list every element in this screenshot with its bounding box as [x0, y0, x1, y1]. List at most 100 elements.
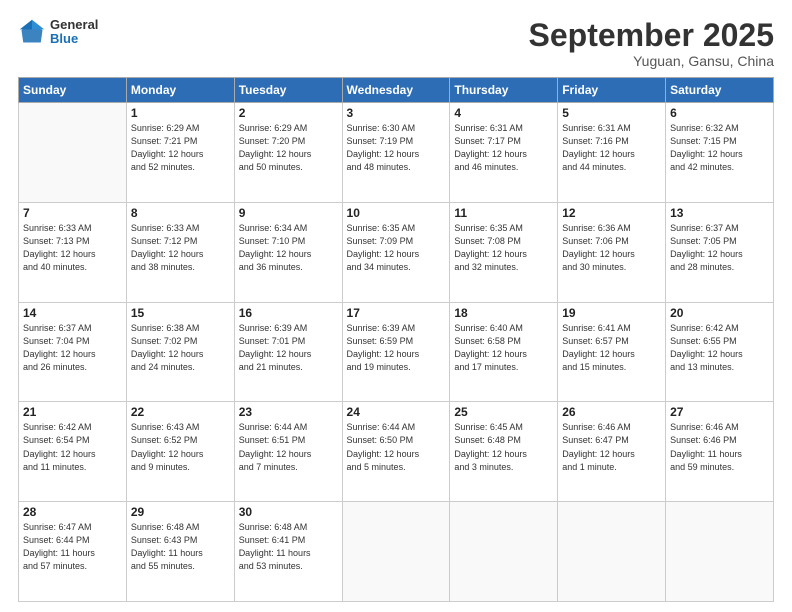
calendar-cell: 9 Sunrise: 6:34 AM Sunset: 7:10 PM Daylig…: [234, 202, 342, 302]
day-info: Sunrise: 6:33 AM Sunset: 7:12 PM Dayligh…: [131, 222, 230, 274]
day-number: 7: [23, 206, 122, 220]
day-number: 2: [239, 106, 338, 120]
calendar-cell: 28 Sunrise: 6:47 AM Sunset: 6:44 PM Dayli…: [19, 502, 127, 602]
day-number: 1: [131, 106, 230, 120]
day-info: Sunrise: 6:35 AM Sunset: 7:09 PM Dayligh…: [347, 222, 446, 274]
day-number: 28: [23, 505, 122, 519]
calendar-cell: 8 Sunrise: 6:33 AM Sunset: 7:12 PM Daylig…: [126, 202, 234, 302]
day-info: Sunrise: 6:40 AM Sunset: 6:58 PM Dayligh…: [454, 322, 553, 374]
day-info: Sunrise: 6:32 AM Sunset: 7:15 PM Dayligh…: [670, 122, 769, 174]
header-saturday: Saturday: [666, 78, 774, 103]
day-number: 24: [347, 405, 446, 419]
calendar-cell: 18 Sunrise: 6:40 AM Sunset: 6:58 PM Dayli…: [450, 302, 558, 402]
day-info: Sunrise: 6:42 AM Sunset: 6:55 PM Dayligh…: [670, 322, 769, 374]
day-number: 29: [131, 505, 230, 519]
logo: General Blue: [18, 18, 98, 47]
day-info: Sunrise: 6:38 AM Sunset: 7:02 PM Dayligh…: [131, 322, 230, 374]
day-info: Sunrise: 6:43 AM Sunset: 6:52 PM Dayligh…: [131, 421, 230, 473]
calendar-cell: 3 Sunrise: 6:30 AM Sunset: 7:19 PM Daylig…: [342, 103, 450, 203]
day-info: Sunrise: 6:36 AM Sunset: 7:06 PM Dayligh…: [562, 222, 661, 274]
day-number: 9: [239, 206, 338, 220]
days-header-row: Sunday Monday Tuesday Wednesday Thursday…: [19, 78, 774, 103]
calendar-cell: 19Sunrise: 6:41 AM Sunset: 6:57 PM Dayli…: [558, 302, 666, 402]
calendar-table: Sunday Monday Tuesday Wednesday Thursday…: [18, 77, 774, 602]
day-info: Sunrise: 6:37 AM Sunset: 7:04 PM Dayligh…: [23, 322, 122, 374]
day-info: Sunrise: 6:29 AM Sunset: 7:20 PM Dayligh…: [239, 122, 338, 174]
day-number: 26: [562, 405, 661, 419]
logo-text: General Blue: [50, 18, 98, 47]
day-info: Sunrise: 6:31 AM Sunset: 7:17 PM Dayligh…: [454, 122, 553, 174]
day-number: 6: [670, 106, 769, 120]
day-number: 12: [562, 206, 661, 220]
calendar-cell: [558, 502, 666, 602]
day-number: 25: [454, 405, 553, 419]
calendar-cell: 14 Sunrise: 6:37 AM Sunset: 7:04 PM Dayli…: [19, 302, 127, 402]
day-number: 13: [670, 206, 769, 220]
day-info: Sunrise: 6:46 AM Sunset: 6:46 PM Dayligh…: [670, 421, 769, 473]
logo-icon: [18, 18, 46, 46]
day-number: 22: [131, 405, 230, 419]
month-title: September 2025: [529, 18, 774, 53]
calendar-cell: 27Sunrise: 6:46 AM Sunset: 6:46 PM Dayli…: [666, 402, 774, 502]
day-number: 15: [131, 306, 230, 320]
day-number: 21: [23, 405, 122, 419]
day-info: Sunrise: 6:48 AM Sunset: 6:43 PM Dayligh…: [131, 521, 230, 573]
day-info: Sunrise: 6:48 AM Sunset: 6:41 PM Dayligh…: [239, 521, 338, 573]
day-info: Sunrise: 6:29 AM Sunset: 7:21 PM Dayligh…: [131, 122, 230, 174]
day-number: 11: [454, 206, 553, 220]
title-block: September 2025 Yuguan, Gansu, China: [529, 18, 774, 69]
header-wednesday: Wednesday: [342, 78, 450, 103]
calendar-cell: 30 Sunrise: 6:48 AM Sunset: 6:41 PM Dayli…: [234, 502, 342, 602]
day-number: 14: [23, 306, 122, 320]
day-info: Sunrise: 6:42 AM Sunset: 6:54 PM Dayligh…: [23, 421, 122, 473]
calendar-cell: [450, 502, 558, 602]
calendar-cell: 12 Sunrise: 6:36 AM Sunset: 7:06 PM Dayli…: [558, 202, 666, 302]
calendar-cell: [19, 103, 127, 203]
day-info: Sunrise: 6:44 AM Sunset: 6:50 PM Dayligh…: [347, 421, 446, 473]
day-info: Sunrise: 6:37 AM Sunset: 7:05 PM Dayligh…: [670, 222, 769, 274]
calendar-cell: 21 Sunrise: 6:42 AM Sunset: 6:54 PM Dayli…: [19, 402, 127, 502]
calendar-cell: 5Sunrise: 6:31 AM Sunset: 7:16 PM Daylig…: [558, 103, 666, 203]
page: General Blue September 2025 Yuguan, Gans…: [0, 0, 792, 612]
calendar-cell: [342, 502, 450, 602]
day-number: 18: [454, 306, 553, 320]
calendar-cell: 7 Sunrise: 6:33 AM Sunset: 7:13 PM Daylig…: [19, 202, 127, 302]
day-number: 23: [239, 405, 338, 419]
calendar-cell: 4 Sunrise: 6:31 AM Sunset: 7:17 PM Daylig…: [450, 103, 558, 203]
day-number: 8: [131, 206, 230, 220]
day-info: Sunrise: 6:44 AM Sunset: 6:51 PM Dayligh…: [239, 421, 338, 473]
day-info: Sunrise: 6:34 AM Sunset: 7:10 PM Dayligh…: [239, 222, 338, 274]
day-info: Sunrise: 6:30 AM Sunset: 7:19 PM Dayligh…: [347, 122, 446, 174]
calendar-cell: 15 Sunrise: 6:38 AM Sunset: 7:02 PM Dayli…: [126, 302, 234, 402]
day-info: Sunrise: 6:35 AM Sunset: 7:08 PM Dayligh…: [454, 222, 553, 274]
day-info: Sunrise: 6:47 AM Sunset: 6:44 PM Dayligh…: [23, 521, 122, 573]
day-number: 17: [347, 306, 446, 320]
calendar-cell: 1 Sunrise: 6:29 AM Sunset: 7:21 PM Daylig…: [126, 103, 234, 203]
calendar-cell: 10Sunrise: 6:35 AM Sunset: 7:09 PM Dayli…: [342, 202, 450, 302]
header-thursday: Thursday: [450, 78, 558, 103]
calendar-cell: 11 Sunrise: 6:35 AM Sunset: 7:08 PM Dayli…: [450, 202, 558, 302]
day-info: Sunrise: 6:46 AM Sunset: 6:47 PM Dayligh…: [562, 421, 661, 473]
day-number: 3: [347, 106, 446, 120]
week-row-4: 21 Sunrise: 6:42 AM Sunset: 6:54 PM Dayli…: [19, 402, 774, 502]
calendar-cell: 17Sunrise: 6:39 AM Sunset: 6:59 PM Dayli…: [342, 302, 450, 402]
day-number: 20: [670, 306, 769, 320]
calendar-cell: 29 Sunrise: 6:48 AM Sunset: 6:43 PM Dayli…: [126, 502, 234, 602]
calendar-cell: 20 Sunrise: 6:42 AM Sunset: 6:55 PM Dayli…: [666, 302, 774, 402]
day-number: 30: [239, 505, 338, 519]
header-friday: Friday: [558, 78, 666, 103]
day-info: Sunrise: 6:33 AM Sunset: 7:13 PM Dayligh…: [23, 222, 122, 274]
header-tuesday: Tuesday: [234, 78, 342, 103]
day-info: Sunrise: 6:41 AM Sunset: 6:57 PM Dayligh…: [562, 322, 661, 374]
week-row-5: 28 Sunrise: 6:47 AM Sunset: 6:44 PM Dayli…: [19, 502, 774, 602]
calendar-cell: 26 Sunrise: 6:46 AM Sunset: 6:47 PM Dayli…: [558, 402, 666, 502]
calendar-cell: 25Sunrise: 6:45 AM Sunset: 6:48 PM Dayli…: [450, 402, 558, 502]
logo-general: General: [50, 18, 98, 32]
day-number: 16: [239, 306, 338, 320]
header: General Blue September 2025 Yuguan, Gans…: [18, 18, 774, 69]
header-sunday: Sunday: [19, 78, 127, 103]
week-row-3: 14 Sunrise: 6:37 AM Sunset: 7:04 PM Dayli…: [19, 302, 774, 402]
location: Yuguan, Gansu, China: [529, 53, 774, 69]
day-number: 4: [454, 106, 553, 120]
calendar-cell: 22 Sunrise: 6:43 AM Sunset: 6:52 PM Dayli…: [126, 402, 234, 502]
